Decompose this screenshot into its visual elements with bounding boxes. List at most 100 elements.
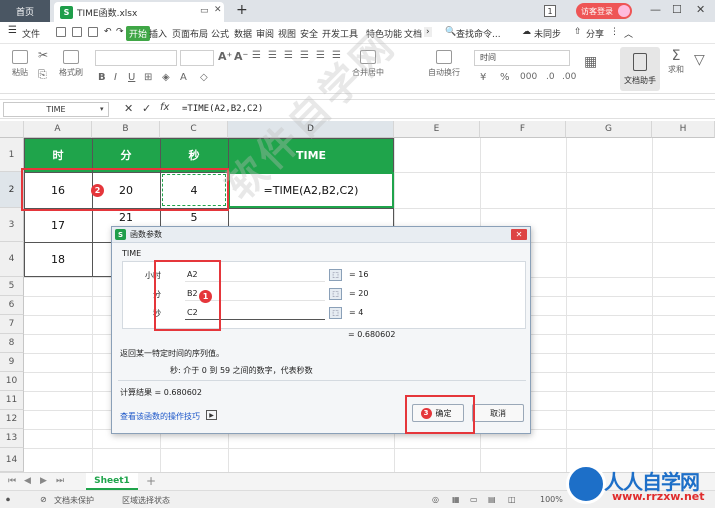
thousands-icon[interactable]: 000 bbox=[520, 72, 537, 82]
hamburger-icon[interactable]: ☰ bbox=[8, 25, 17, 36]
row-header-10[interactable]: 10 bbox=[0, 372, 24, 391]
normal-view-icon[interactable]: ▦ bbox=[452, 495, 460, 504]
print-icon[interactable] bbox=[72, 27, 82, 37]
macro-icon[interactable]: ⏺ bbox=[6, 495, 10, 505]
sheet-tab-sheet1[interactable]: Sheet1 bbox=[86, 473, 138, 490]
menu-security[interactable]: 安全 bbox=[300, 27, 318, 40]
copy-icon[interactable]: ⎘ bbox=[38, 68, 47, 82]
row-header-6[interactable]: 6 bbox=[0, 296, 24, 315]
undo-icon[interactable]: ↶ bbox=[104, 27, 112, 37]
align-left-icon[interactable]: ☰ bbox=[300, 50, 309, 61]
print-preview-icon[interactable] bbox=[88, 27, 98, 37]
cell-style-icon[interactable]: ▦ bbox=[584, 54, 597, 70]
menu-view[interactable]: 视图 bbox=[278, 27, 296, 40]
align-bottom-icon[interactable]: ☰ bbox=[284, 50, 293, 61]
doc-helper-button[interactable]: 文档助手 bbox=[620, 47, 660, 91]
grow-font-icon[interactable]: A⁺ bbox=[218, 50, 232, 63]
decrease-decimal-icon[interactable]: .00 bbox=[562, 72, 576, 82]
underline-icon[interactable]: U bbox=[128, 72, 135, 83]
increase-decimal-icon[interactable]: .0 bbox=[546, 72, 555, 82]
menu-home[interactable]: 开始 bbox=[126, 26, 151, 41]
expand-icon[interactable]: ︿ bbox=[624, 27, 633, 40]
align-middle-icon[interactable]: ☰ bbox=[268, 50, 277, 61]
save-icon[interactable] bbox=[56, 27, 66, 37]
cancel-button[interactable]: 取消 bbox=[472, 404, 524, 422]
eye-icon[interactable]: ◎ bbox=[432, 495, 439, 504]
first-sheet-icon[interactable]: ⏮ bbox=[8, 476, 16, 486]
cancel-formula-icon[interactable]: ✕ bbox=[124, 102, 133, 115]
col-header-c[interactable]: C bbox=[160, 121, 228, 138]
next-sheet-icon[interactable]: ▶ bbox=[40, 476, 47, 486]
home-tab[interactable]: 首页 bbox=[0, 0, 50, 22]
collapse-dialog-icon[interactable]: ⬚ bbox=[329, 307, 342, 319]
menu-page-layout[interactable]: 页面布局 bbox=[172, 27, 208, 40]
paste-button[interactable]: 粘贴 bbox=[8, 50, 32, 78]
number-format-select[interactable]: 时间 bbox=[474, 50, 570, 66]
italic-icon[interactable]: I bbox=[114, 72, 117, 83]
font-size-select[interactable] bbox=[180, 50, 214, 66]
fill-color-icon[interactable]: ◈ bbox=[162, 72, 170, 83]
search-icon[interactable]: 🔍 bbox=[445, 27, 456, 37]
share-button[interactable]: 分享 bbox=[586, 27, 604, 40]
cloud-sync-icon[interactable]: ☁ bbox=[522, 27, 531, 37]
menu-data[interactable]: 数据 bbox=[234, 27, 252, 40]
border-icon[interactable]: ⊞ bbox=[144, 72, 152, 83]
menu-insert[interactable]: 插入 bbox=[149, 27, 167, 40]
row-header-8[interactable]: 8 bbox=[0, 334, 24, 353]
collapse-dialog-icon[interactable]: ⬚ bbox=[329, 269, 342, 281]
format-painter-button[interactable]: 格式刷 bbox=[56, 50, 86, 78]
formula-input[interactable]: =TIME(A2,B2,C2) bbox=[182, 102, 263, 116]
shrink-font-icon[interactable]: A⁻ bbox=[234, 50, 248, 63]
file-tab[interactable]: S TIME函数.xlsx ▭ ✕ bbox=[54, 2, 224, 22]
filter-icon[interactable]: ▽ bbox=[694, 52, 705, 68]
font-color-icon[interactable]: A bbox=[180, 72, 187, 83]
guest-login-button[interactable]: 访客登录 bbox=[576, 3, 632, 19]
col-header-e[interactable]: E bbox=[394, 121, 480, 138]
menu-review[interactable]: 审阅 bbox=[256, 27, 274, 40]
insert-function-icon[interactable]: fx bbox=[160, 102, 169, 113]
cut-icon[interactable]: ✂ bbox=[38, 48, 48, 62]
row-header-4[interactable]: 4 bbox=[0, 242, 24, 277]
last-sheet-icon[interactable]: ⏭ bbox=[56, 476, 64, 486]
redo-icon[interactable]: ↷ bbox=[116, 27, 124, 37]
zoom-level[interactable]: 100% bbox=[540, 495, 563, 504]
col-header-a[interactable]: A bbox=[24, 121, 92, 138]
menu-formula[interactable]: 公式 bbox=[211, 27, 229, 40]
video-icon[interactable]: ▶ bbox=[206, 410, 217, 420]
currency-icon[interactable]: ¥ bbox=[480, 72, 486, 83]
share-icon[interactable]: ⇧ bbox=[574, 27, 582, 37]
row-header-13[interactable]: 13 bbox=[0, 429, 24, 448]
font-name-select[interactable] bbox=[95, 50, 177, 66]
percent-icon[interactable]: % bbox=[500, 72, 510, 83]
page-layout-view-icon[interactable]: ▭ bbox=[470, 495, 478, 504]
tab-monitor-icon[interactable]: ▭ bbox=[200, 6, 209, 16]
search-command[interactable]: 查找命令... bbox=[456, 27, 501, 40]
maximize-icon[interactable]: ☐ bbox=[672, 3, 682, 16]
reading-view-icon[interactable]: ◫ bbox=[508, 495, 516, 504]
name-box-dropdown-icon[interactable]: ▾ bbox=[100, 105, 104, 113]
row-header-7[interactable]: 7 bbox=[0, 315, 24, 334]
bold-icon[interactable]: B bbox=[98, 72, 106, 83]
row-header-14[interactable]: 14 bbox=[0, 448, 24, 472]
help-link[interactable]: 查看该函数的操作技巧 bbox=[120, 411, 200, 422]
menu-docs[interactable]: 文档 bbox=[404, 27, 422, 40]
menu-file[interactable]: 文件 bbox=[22, 27, 40, 40]
row-header-3[interactable]: 3 bbox=[0, 208, 24, 242]
cell-a3[interactable]: 17 bbox=[24, 208, 92, 242]
row-header-5[interactable]: 5 bbox=[0, 277, 24, 296]
collapse-dialog-icon[interactable]: ⬚ bbox=[329, 288, 342, 300]
col-header-b[interactable]: B bbox=[92, 121, 160, 138]
col-header-f[interactable]: F bbox=[480, 121, 566, 138]
minimize-icon[interactable]: — bbox=[650, 3, 661, 16]
row-header-11[interactable]: 11 bbox=[0, 391, 24, 410]
row-header-1[interactable]: 1 bbox=[0, 138, 24, 172]
window-count-badge[interactable]: 1 bbox=[544, 5, 556, 17]
select-all-corner[interactable] bbox=[0, 121, 24, 138]
menu-more-icon[interactable]: › bbox=[424, 27, 432, 37]
tab-close-icon[interactable]: ✕ bbox=[214, 5, 222, 15]
close-window-icon[interactable]: ✕ bbox=[696, 3, 705, 16]
cell-a4[interactable]: 18 bbox=[24, 242, 92, 277]
more-options-icon[interactable]: ⋮ bbox=[610, 27, 619, 37]
unsync-status[interactable]: 未同步 bbox=[534, 27, 561, 40]
col-header-g[interactable]: G bbox=[566, 121, 652, 138]
